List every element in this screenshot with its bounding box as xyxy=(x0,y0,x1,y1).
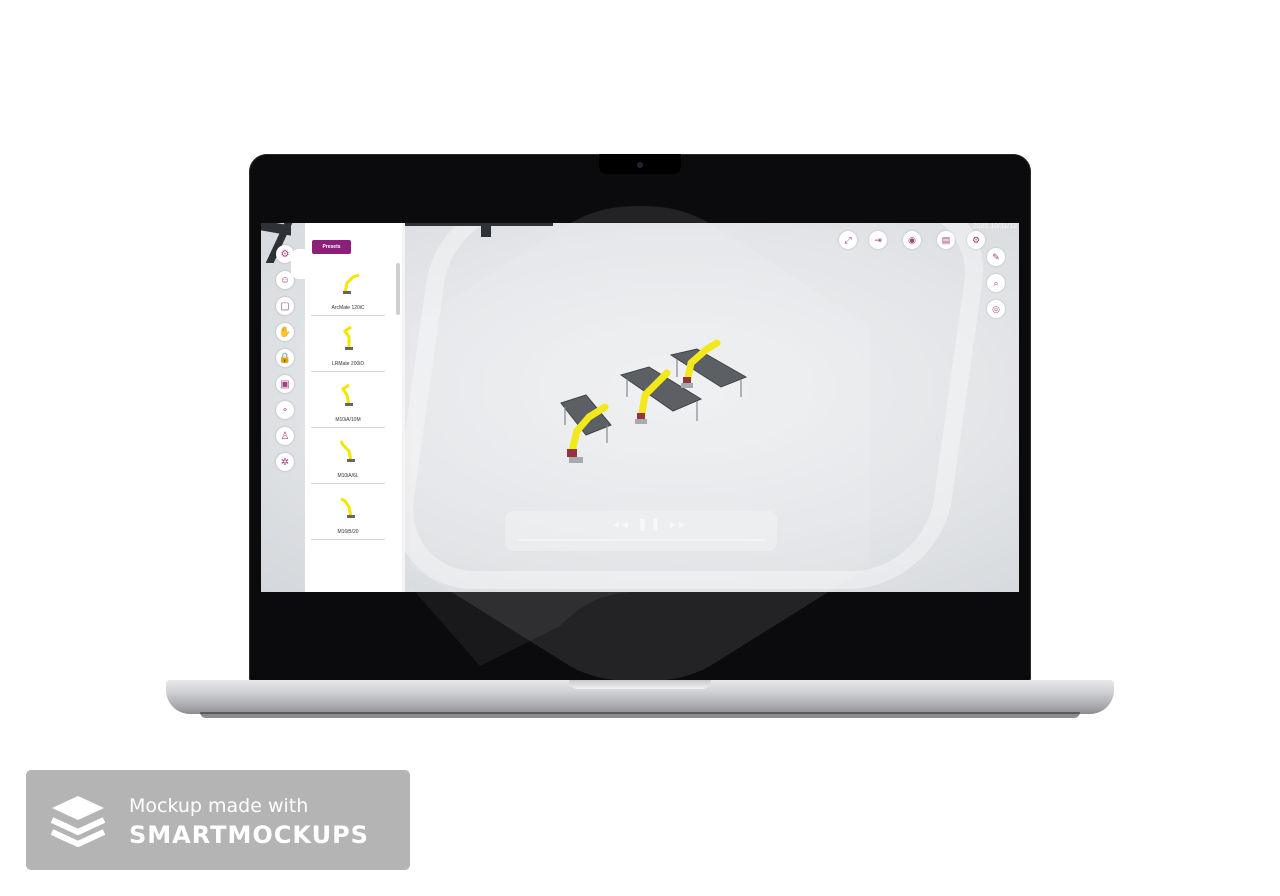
watermark-badge: Mockup made with SMARTMOCKUPS xyxy=(26,770,410,870)
camera-icon[interactable]: ◎ xyxy=(987,300,1005,318)
preset-label: M10iA/6L xyxy=(337,473,359,479)
preset-item[interactable]: LRMate 200iD xyxy=(311,319,385,372)
nodes-icon[interactable]: ∘ xyxy=(276,401,294,419)
preset-item[interactable]: M16iB/20 xyxy=(311,487,385,540)
hand-icon[interactable]: ✋ xyxy=(276,323,294,341)
preset-panel: Presets ArcMate 120iC LRMate 200iD M10iA… xyxy=(305,223,402,592)
left-tool-rail: ⚙ ☺ ▢ ✋ 🔒 ▣ ∘ ♙ ✲ xyxy=(271,245,301,515)
preset-item[interactable]: M10iA/10M xyxy=(311,375,385,428)
timestamp: 2025 10/11/12 xyxy=(972,223,1017,230)
settings-icon[interactable]: ⚙ xyxy=(967,231,985,249)
lock-icon[interactable]: 🔒 xyxy=(276,349,294,367)
robot-arm-icon xyxy=(339,440,355,462)
video-overlay-shape xyxy=(410,206,870,682)
preset-label: LRMate 200iD xyxy=(332,361,364,367)
preset-label: ArcMate 120iC xyxy=(331,305,365,311)
watermark-line1: Mockup made with xyxy=(129,795,309,817)
robot-arm-icon xyxy=(343,273,360,294)
zoom-icon[interactable]: ⌕ xyxy=(987,274,1005,292)
edit-icon[interactable]: ✎ xyxy=(987,248,1005,266)
laptop-base xyxy=(166,680,1114,714)
layers-logo-icon xyxy=(50,796,106,847)
presets-button[interactable]: Presets xyxy=(312,240,351,254)
robot-arm-icon xyxy=(342,325,353,350)
webcam-icon xyxy=(637,162,643,168)
robot-arm-icon xyxy=(340,383,353,406)
preset-item[interactable]: M10iA/6L xyxy=(311,431,385,484)
preset-item[interactable]: ArcMate 120iC xyxy=(311,263,385,316)
save-icon[interactable]: ▤ xyxy=(937,231,955,249)
preset-label: M16iB/20 xyxy=(337,529,359,535)
watermark-line2: SMARTMOCKUPS xyxy=(129,821,369,849)
eye-icon[interactable]: ◉ xyxy=(903,231,921,249)
trackpad-notch xyxy=(569,680,711,689)
gears-icon[interactable]: ✲ xyxy=(276,453,294,471)
camera-notch xyxy=(599,154,681,174)
bag-icon[interactable]: ▣ xyxy=(276,375,294,393)
user-icon[interactable]: ♙ xyxy=(276,427,294,445)
robot-arm-icon xyxy=(340,497,355,518)
preset-label: M10iA/10M xyxy=(335,417,361,423)
chip-icon[interactable]: ▢ xyxy=(276,297,294,315)
